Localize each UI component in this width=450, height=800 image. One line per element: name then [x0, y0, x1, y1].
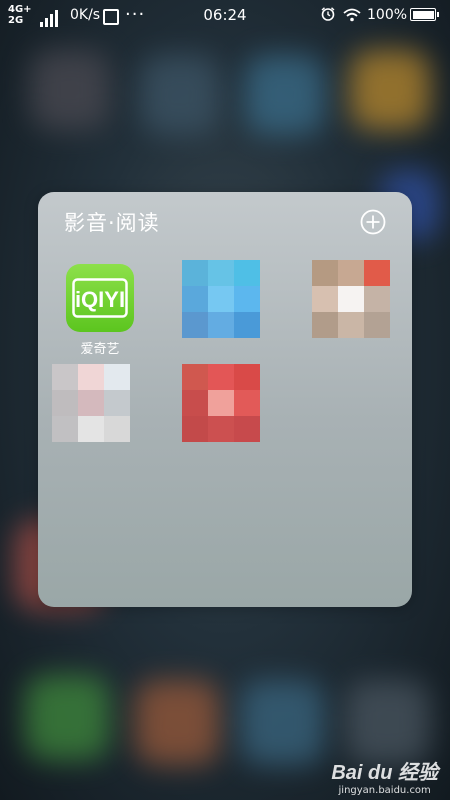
blurred-app — [240, 680, 325, 765]
blurred-app — [30, 50, 110, 130]
baidu-jingyan-watermark: Bai du 经验 jingyan.baidu.com — [331, 756, 438, 796]
alarm-icon — [321, 7, 335, 21]
watermark-url: jingyan.baidu.com — [338, 785, 431, 796]
add-app-button[interactable] — [360, 209, 386, 235]
battery-icon — [410, 8, 439, 21]
iqiyi-logo-icon: iQIYI — [66, 264, 134, 332]
watermark-logo: Bai du 经验 — [331, 762, 438, 784]
pixelated-app-icon[interactable] — [312, 260, 390, 338]
app-label: 爱奇艺 — [80, 342, 120, 357]
svg-text:iQIYI: iQIYI — [75, 287, 125, 312]
blurred-app — [140, 55, 220, 135]
app-iqiyi[interactable]: iQIYI 爱奇艺 — [66, 264, 134, 357]
pixelated-app-icon[interactable] — [182, 364, 260, 442]
blurred-app — [25, 675, 110, 760]
iqiyi-logo-mark: iQIYI — [72, 278, 128, 318]
battery-percent: 100% — [367, 7, 408, 23]
wifi-icon — [343, 8, 361, 22]
blurred-app — [350, 50, 430, 130]
pixelated-app-icon[interactable] — [182, 260, 260, 338]
blurred-app — [345, 680, 430, 765]
app-folder: 影音·阅读 iQIYI 爱奇艺 — [38, 192, 412, 607]
blurred-app — [135, 680, 220, 765]
status-bar: 4G+ 2G 0K/s ··· 06:24 100% — [0, 0, 450, 32]
folder-title[interactable]: 影音·阅读 — [64, 207, 160, 237]
pixelated-app-icon[interactable] — [52, 364, 130, 442]
blurred-app — [245, 55, 325, 135]
